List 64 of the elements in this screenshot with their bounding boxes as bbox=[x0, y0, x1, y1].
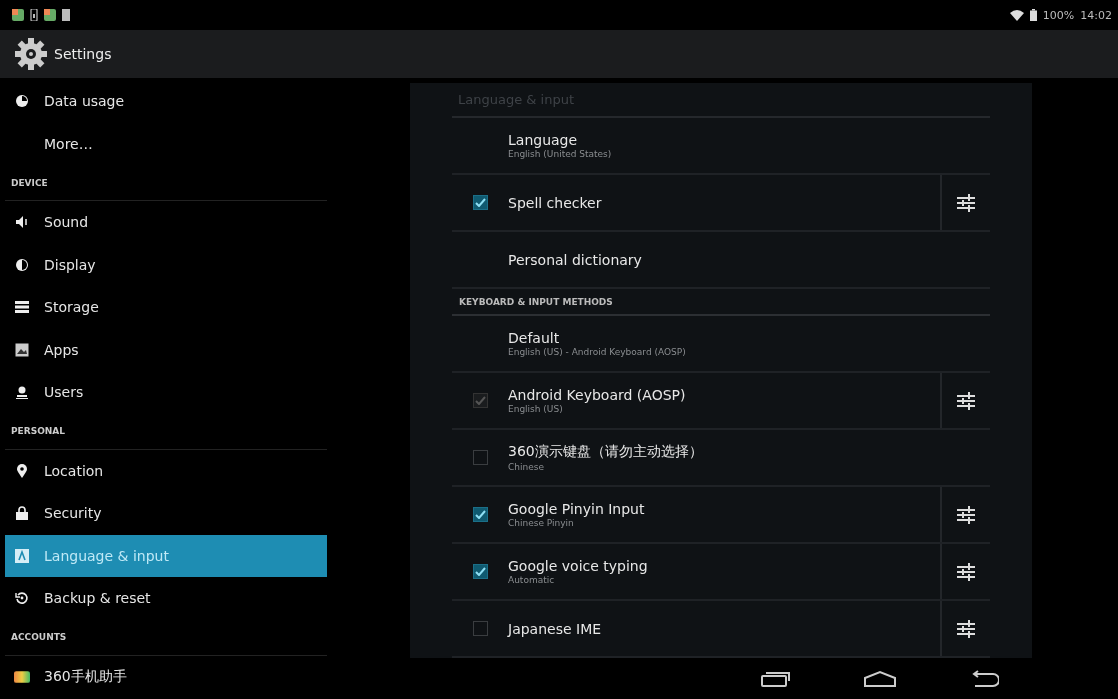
setting-title[interactable]: Default bbox=[508, 330, 990, 346]
sidebar-item[interactable]: Apps bbox=[5, 328, 327, 371]
setting-summary: English (United States) bbox=[508, 149, 613, 159]
recent-apps-icon bbox=[761, 670, 791, 687]
setting-title[interactable]: Japanese IME bbox=[508, 620, 940, 637]
sidebar-item[interactable]: More… bbox=[5, 122, 327, 165]
setting-title[interactable]: Personal dictionary bbox=[508, 251, 990, 268]
battery-icon bbox=[1029, 9, 1037, 21]
app-title: Settings bbox=[54, 46, 112, 62]
sliders-icon bbox=[957, 391, 975, 410]
setting-summary: English (US) bbox=[508, 404, 564, 414]
section-header: KEYBOARD & INPUT METHODS bbox=[452, 289, 990, 316]
sliders-icon bbox=[957, 619, 975, 638]
sidebar-item[interactable]: Sound bbox=[5, 201, 327, 244]
setting-title[interactable]: Google voice typing bbox=[508, 558, 940, 574]
setting-summary: Chinese bbox=[508, 462, 545, 472]
setting-title[interactable]: Google Pinyin Input bbox=[508, 501, 940, 517]
person-icon bbox=[16, 385, 28, 399]
sidebar-item[interactable]: Backup & reset bbox=[5, 577, 327, 620]
checkbox[interactable] bbox=[472, 564, 488, 579]
section-header: DEVICE bbox=[5, 165, 327, 201]
app-notification-icon bbox=[12, 9, 24, 21]
keyboard-letter-icon bbox=[15, 548, 29, 563]
checkbox[interactable] bbox=[472, 450, 488, 465]
sd-card-icon bbox=[62, 9, 70, 21]
clock-time: 14:02 bbox=[1080, 8, 1112, 22]
sliders-icon bbox=[957, 562, 975, 581]
section-header: ACCOUNTS bbox=[5, 619, 327, 656]
restore-icon bbox=[15, 591, 29, 606]
app-icon bbox=[14, 668, 30, 685]
setting-summary: Automatic bbox=[508, 575, 556, 585]
wifi-icon bbox=[1009, 9, 1024, 21]
sidebar-item[interactable]: Storage bbox=[5, 286, 327, 329]
settings-icon[interactable] bbox=[14, 37, 48, 71]
home-icon bbox=[863, 669, 897, 688]
sidebar-item[interactable]: Users bbox=[5, 371, 327, 414]
image-icon bbox=[15, 342, 29, 357]
setting-title[interactable]: 360演示键盘（请勿主动选择） bbox=[508, 443, 990, 461]
sliders-icon bbox=[957, 193, 975, 212]
pie-chart-icon bbox=[15, 94, 29, 109]
setting-title[interactable]: Language bbox=[508, 132, 990, 148]
sidebar-item[interactable]: Location bbox=[5, 449, 327, 492]
home-button[interactable] bbox=[863, 669, 897, 688]
battery-percentage: 100% bbox=[1042, 8, 1075, 22]
location-pin-icon bbox=[17, 463, 27, 478]
brightness-icon bbox=[15, 257, 29, 272]
sidebar-item[interactable]: Security bbox=[5, 492, 327, 535]
sidebar-item[interactable]: Display bbox=[5, 243, 327, 286]
setting-summary: English (US) - Android Keyboard (AOSP) bbox=[508, 347, 687, 357]
setting-title[interactable]: Spell checker bbox=[508, 194, 940, 211]
lock-icon bbox=[16, 506, 28, 521]
sidebar-item[interactable]: Data usage bbox=[5, 80, 327, 123]
section-header: PERSONAL bbox=[5, 413, 327, 450]
speaker-icon bbox=[15, 215, 29, 230]
setting-summary: Chinese Pinyin bbox=[508, 518, 575, 528]
sliders-icon bbox=[957, 505, 975, 524]
sidebar-item[interactable]: 360手机助手 bbox=[5, 655, 327, 698]
checkbox[interactable] bbox=[472, 195, 488, 210]
checkbox[interactable] bbox=[472, 507, 488, 522]
storage-icon bbox=[15, 301, 29, 314]
app-notification-icon bbox=[44, 9, 56, 21]
recent-apps-button[interactable] bbox=[761, 670, 791, 687]
usb-icon bbox=[30, 9, 38, 21]
checkbox[interactable] bbox=[472, 621, 488, 636]
